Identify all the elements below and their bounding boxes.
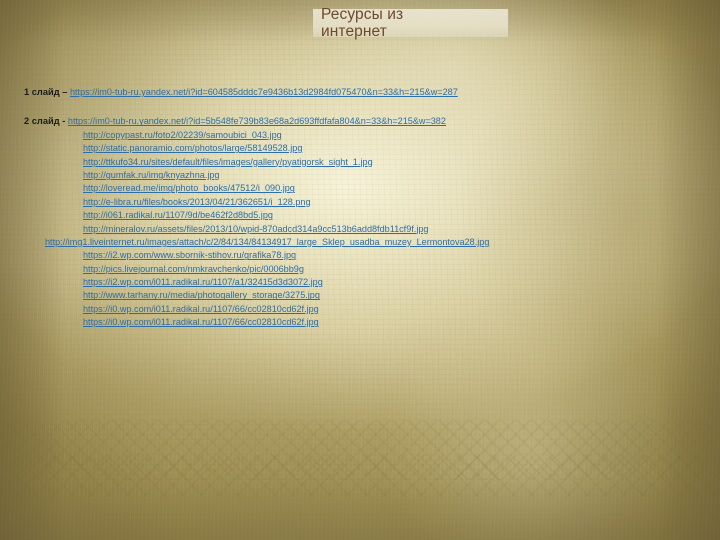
resource-link[interactable]: http://img1.liveinternet.ru/images/attac… xyxy=(45,237,489,247)
slide-title: Ресурсы из интернет xyxy=(313,6,508,40)
resource-line: 1 слайд – https://im0-tub-ru.yandex.net/… xyxy=(0,86,720,99)
resource-line: http://ttkufo34.ru/sites/default/files/i… xyxy=(0,156,720,169)
slide-number-label: 1 слайд – xyxy=(24,87,70,97)
resource-link[interactable]: http://copypast.ru/foto2/02239/samoubici… xyxy=(83,130,282,140)
slide-title-line-2: интернет xyxy=(321,23,387,40)
resource-link-list: 1 слайд – https://im0-tub-ru.yandex.net/… xyxy=(0,86,720,330)
resource-link[interactable]: http://gumfak.ru/img/knyazhna.jpg xyxy=(83,170,219,180)
resource-link[interactable]: http://www.tarhany.ru/media/photogallery… xyxy=(83,290,320,300)
slide-background-ornament-band-lower xyxy=(0,455,720,497)
resource-line: https://i2.wp.com/www.sbornik-stihov.ru/… xyxy=(0,249,720,262)
resource-link[interactable]: https://i2.wp.com/www.sbornik-stihov.ru/… xyxy=(83,250,296,260)
resource-line: http://mineralov.ru/assets/files/2013/10… xyxy=(0,223,720,236)
resource-link[interactable]: https://i2.wp.com/i011.radikal.ru/1107/a… xyxy=(83,277,323,287)
presentation-slide: Ресурсы из интернет 1 слайд – https://im0… xyxy=(0,0,720,540)
resource-link[interactable]: https://im0-tub-ru.yandex.net/i?id=5b548… xyxy=(68,116,446,126)
resource-link[interactable]: https://i0.wp.com/i011.radikal.ru/1107/6… xyxy=(83,304,319,314)
resource-line: http://copypast.ru/foto2/02239/samoubici… xyxy=(0,129,720,142)
resource-line: https://i0.wp.com/i011.radikal.ru/1107/6… xyxy=(0,303,720,316)
resource-link[interactable]: http://static.panoramio.com/photos/large… xyxy=(83,143,302,153)
resource-line: 2 слайд - https://im0-tub-ru.yandex.net/… xyxy=(0,115,720,128)
resource-link[interactable]: http://mineralov.ru/assets/files/2013/10… xyxy=(83,224,428,234)
resource-line: http://gumfak.ru/img/knyazhna.jpg xyxy=(0,169,720,182)
resource-link[interactable]: https://im0-tub-ru.yandex.net/i?id=60458… xyxy=(70,87,458,97)
resource-line: http://loveread.me/img/photo_books/47512… xyxy=(0,182,720,195)
slide-title-text: Ресурсы из интернет xyxy=(313,6,508,40)
resource-line: http://e-libra.ru/files/books/2013/04/21… xyxy=(0,196,720,209)
resource-line: https://i0.wp.com/i011.radikal.ru/1107/6… xyxy=(0,316,720,329)
slide-title-line-1: Ресурсы из xyxy=(321,6,404,23)
resource-line: https://i2.wp.com/i011.radikal.ru/1107/a… xyxy=(0,276,720,289)
slide-number-label: 2 слайд - xyxy=(24,116,68,127)
resource-link[interactable]: http://e-libra.ru/files/books/2013/04/21… xyxy=(83,197,311,207)
resource-link[interactable]: http://ttkufo34.ru/sites/default/files/i… xyxy=(83,157,373,167)
resource-link[interactable]: http://loveread.me/img/photo_books/47512… xyxy=(83,183,295,193)
resource-line: http://img1.liveinternet.ru/images/attac… xyxy=(0,236,720,249)
resource-line: http://pics.livejournal.com/nmkravchenko… xyxy=(0,263,720,276)
slide-background-ornament-band xyxy=(0,420,720,480)
resource-link[interactable]: http://pics.livejournal.com/nmkravchenko… xyxy=(83,264,304,274)
resource-link[interactable]: https://i0.wp.com/i011.radikal.ru/1107/6… xyxy=(83,317,319,327)
resource-link[interactable]: http://i061.radikal.ru/1107/9d/be462f2d8… xyxy=(83,210,273,220)
resource-line: http://static.panoramio.com/photos/large… xyxy=(0,142,720,155)
resource-line: http://www.tarhany.ru/media/photogallery… xyxy=(0,289,720,302)
resource-line: http://i061.radikal.ru/1107/9d/be462f2d8… xyxy=(0,209,720,222)
